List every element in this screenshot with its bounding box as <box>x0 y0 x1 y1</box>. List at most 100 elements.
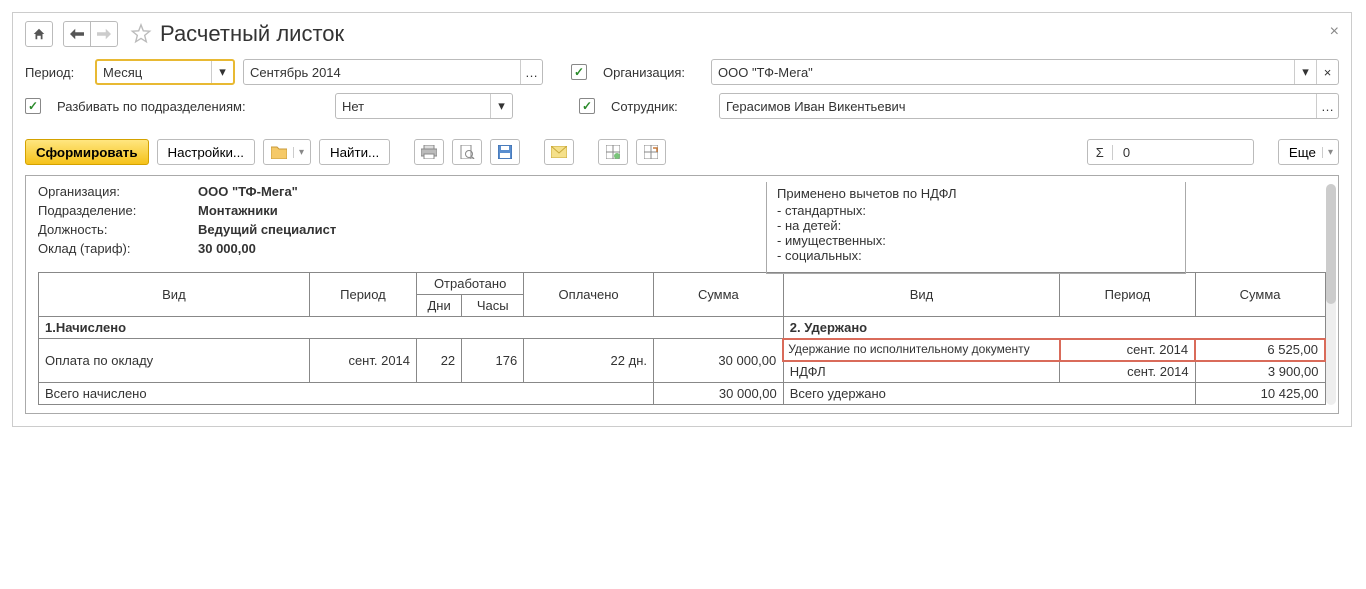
info-org-label: Организация: <box>38 184 198 199</box>
print-button[interactable] <box>414 139 444 165</box>
accrued-name: Оплата по окладу <box>39 339 310 383</box>
home-icon <box>32 27 46 41</box>
total-withheld-label: Всего удержано <box>783 383 1195 405</box>
deduction-social: - социальных: <box>777 248 1175 263</box>
sum-display: Σ 0 <box>1087 139 1254 165</box>
chevron-down-icon: ▾ <box>293 147 309 158</box>
emp-label: Сотрудник: <box>611 99 711 114</box>
magnifier-page-icon <box>459 145 475 159</box>
settings-button[interactable]: Настройки... <box>157 139 255 165</box>
info-dept-value: Монтажники <box>198 203 278 218</box>
info-salary-label: Оклад (тариф): <box>38 241 198 256</box>
th-period-right: Период <box>1060 273 1195 317</box>
accrued-paid: 22 дн. <box>524 339 654 383</box>
info-dept-label: Подразделение: <box>38 203 198 218</box>
period-mode-select[interactable]: Месяц ▾ <box>95 59 235 85</box>
clear-button[interactable]: × <box>1316 60 1338 84</box>
deductions-header: Применено вычетов по НДФЛ <box>777 186 1175 201</box>
split-select[interactable]: Нет ▾ <box>335 93 513 119</box>
sum-value: 0 <box>1113 145 1253 160</box>
star-icon[interactable] <box>130 23 152 45</box>
period-mode-value: Месяц <box>97 65 211 80</box>
withheld-ndfl-name: НДФЛ <box>783 361 1059 383</box>
table-extract-icon <box>644 145 658 159</box>
scroll-thumb[interactable] <box>1326 184 1336 304</box>
folder-button[interactable]: ▾ <box>263 139 311 165</box>
dropdown-icon[interactable]: ▾ <box>1294 60 1316 84</box>
ellipsis-button[interactable]: … <box>520 60 542 84</box>
table-insert-icon <box>606 145 620 159</box>
th-days: Дни <box>417 295 462 317</box>
arrow-right-icon <box>97 28 111 40</box>
info-pos-value: Ведущий специалист <box>198 222 336 237</box>
split-label: Разбивать по подразделениям: <box>57 99 327 114</box>
deduction-standard: - стандартных: <box>777 203 1175 218</box>
emp-value: Герасимов Иван Викентьевич <box>720 99 1316 114</box>
th-type-right: Вид <box>783 273 1059 317</box>
split-checkbox[interactable]: ✓ <box>25 98 41 114</box>
split-value: Нет <box>336 99 490 114</box>
report-area: Организация:ООО "ТФ-Мега" Подразделение:… <box>25 175 1339 414</box>
withheld-writ-period: сент. 2014 <box>1060 339 1195 361</box>
withheld-ndfl-sum: 3 900,00 <box>1195 361 1325 383</box>
accrued-days: 22 <box>417 339 462 383</box>
org-select[interactable]: ООО "ТФ-Мега" ▾ × <box>711 59 1339 85</box>
insert-button[interactable] <box>598 139 628 165</box>
more-button[interactable]: Еще ▾ <box>1278 139 1339 165</box>
accrued-hours: 176 <box>462 339 524 383</box>
total-accrued-label: Всего начислено <box>39 383 654 405</box>
section-withheld: 2. Удержано <box>783 317 1325 339</box>
th-paid: Оплачено <box>524 273 654 317</box>
close-button[interactable]: × <box>1330 23 1339 41</box>
home-button[interactable] <box>25 21 53 47</box>
org-checkbox[interactable]: ✓ <box>571 64 587 80</box>
th-sum-right: Сумма <box>1195 273 1325 317</box>
dropdown-icon[interactable]: ▾ <box>490 94 512 118</box>
accrued-period: сент. 2014 <box>309 339 416 383</box>
arrow-left-icon <box>70 28 84 40</box>
info-salary-value: 30 000,00 <box>198 241 256 256</box>
back-button[interactable] <box>63 21 91 47</box>
dropdown-icon[interactable]: ▾ <box>211 61 233 83</box>
envelope-icon <box>551 146 567 158</box>
email-button[interactable] <box>544 139 574 165</box>
ellipsis-button[interactable]: … <box>1316 94 1338 118</box>
deduction-property: - имущественных: <box>777 233 1175 248</box>
section-accrued: 1.Начислено <box>39 317 784 339</box>
diskette-icon <box>498 145 512 159</box>
withheld-writ-sum: 6 525,00 <box>1195 339 1325 361</box>
th-hours: Часы <box>462 295 524 317</box>
chevron-down-icon: ▾ <box>1322 147 1338 158</box>
sigma-icon: Σ <box>1088 145 1113 160</box>
org-value: ООО "ТФ-Мега" <box>712 65 1294 80</box>
total-withheld-sum: 10 425,00 <box>1195 383 1325 405</box>
accrued-sum: 30 000,00 <box>653 339 783 383</box>
folder-icon <box>271 145 287 159</box>
period-value: Сентябрь 2014 <box>244 65 520 80</box>
withheld-writ-name: Удержание по исполнительному документу <box>783 339 1059 361</box>
extract-button[interactable] <box>636 139 666 165</box>
generate-button[interactable]: Сформировать <box>25 139 149 165</box>
payroll-table: Вид Период Отработано Оплачено Сумма Вид… <box>38 272 1326 405</box>
period-label: Период: <box>25 65 87 80</box>
forward-button[interactable] <box>90 21 118 47</box>
save-button[interactable] <box>490 139 520 165</box>
th-type-left: Вид <box>39 273 310 317</box>
preview-button[interactable] <box>452 139 482 165</box>
deduction-children: - на детей: <box>777 218 1175 233</box>
total-accrued-sum: 30 000,00 <box>653 383 783 405</box>
th-sum-left: Сумма <box>653 273 783 317</box>
th-period-left: Период <box>309 273 416 317</box>
withheld-ndfl-period: сент. 2014 <box>1060 361 1195 383</box>
org-label: Организация: <box>603 65 703 80</box>
printer-icon <box>421 145 437 159</box>
vertical-scrollbar[interactable] <box>1326 184 1336 405</box>
find-button[interactable]: Найти... <box>319 139 390 165</box>
info-org-value: ООО "ТФ-Мега" <box>198 184 298 199</box>
info-pos-label: Должность: <box>38 222 198 237</box>
th-worked: Отработано <box>417 273 524 295</box>
period-value-input[interactable]: Сентябрь 2014 … <box>243 59 543 85</box>
page-title: Расчетный листок <box>160 21 344 47</box>
emp-select[interactable]: Герасимов Иван Викентьевич … <box>719 93 1339 119</box>
emp-checkbox[interactable]: ✓ <box>579 98 595 114</box>
